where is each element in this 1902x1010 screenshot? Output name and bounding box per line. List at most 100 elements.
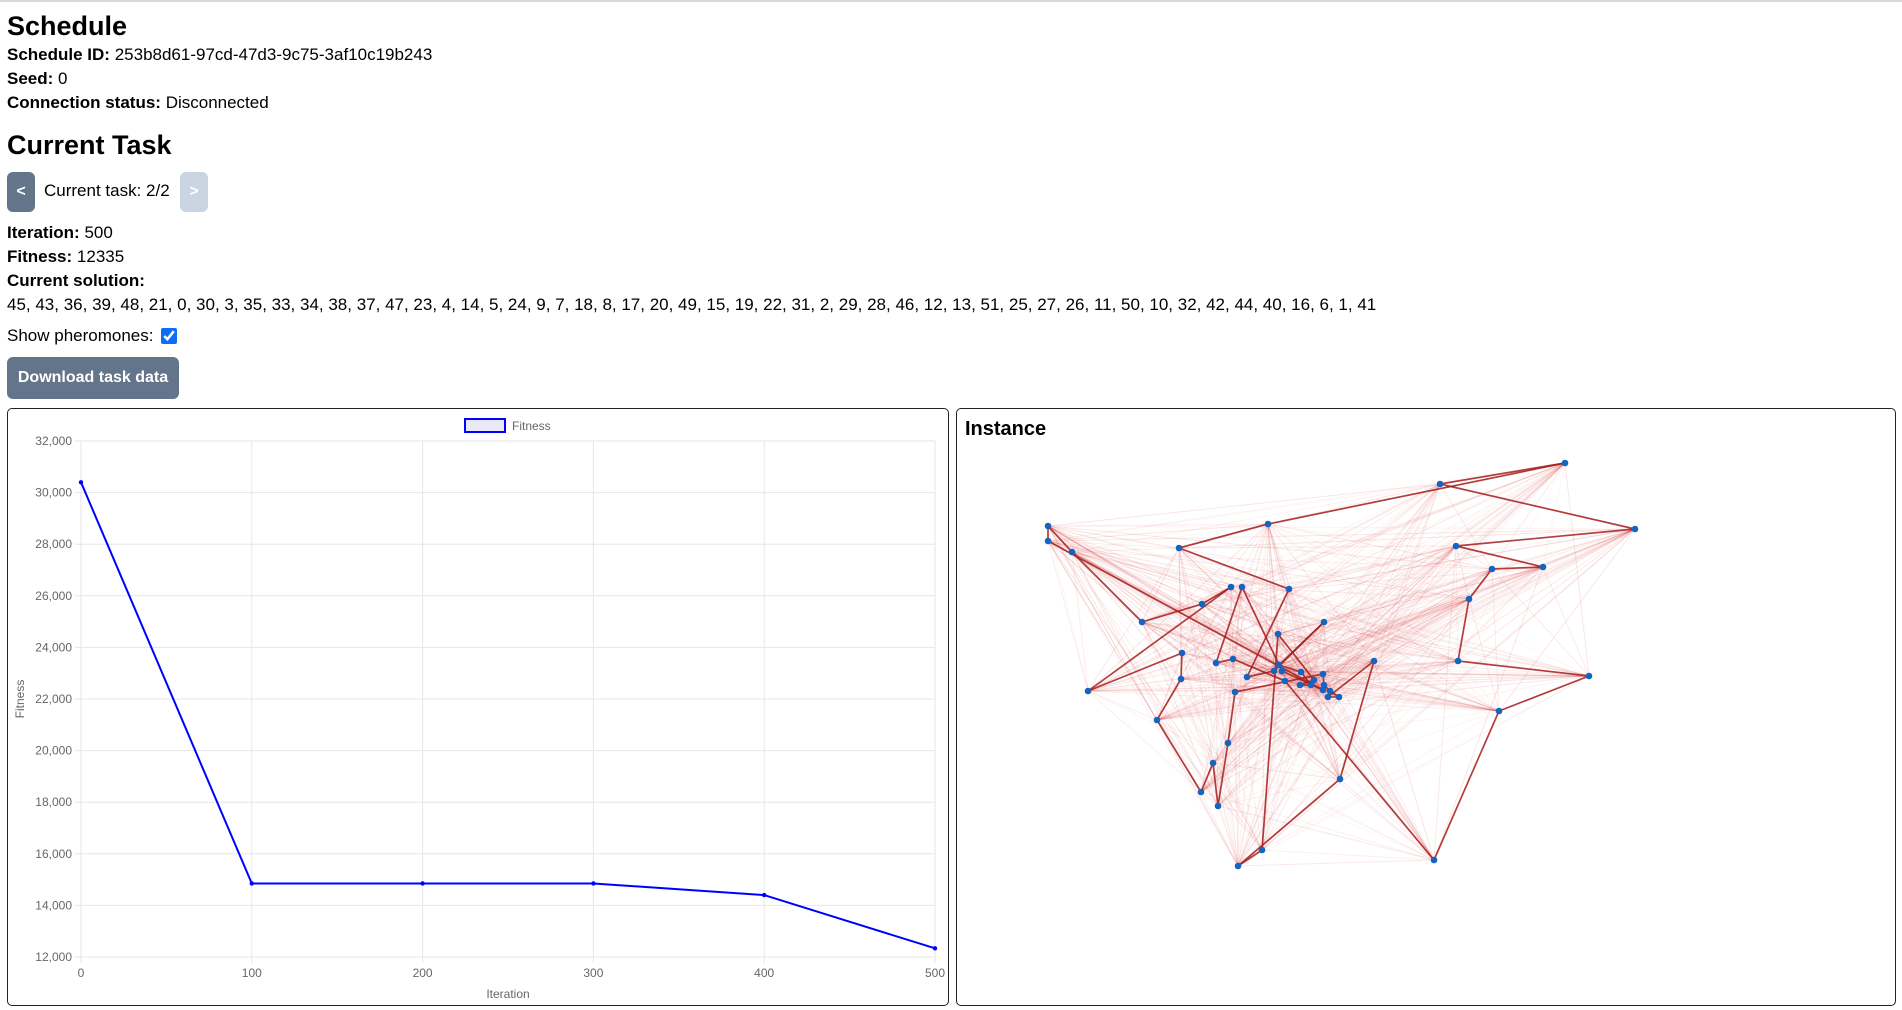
instance-node bbox=[1585, 672, 1593, 680]
instance-node bbox=[1324, 693, 1332, 701]
x-tick-label: 300 bbox=[583, 966, 603, 980]
solution-value: 45, 43, 36, 39, 48, 21, 0, 30, 3, 35, 33… bbox=[7, 295, 1377, 314]
x-axis-label: Iteration bbox=[486, 987, 529, 1001]
solution-label-row: Current solution: bbox=[7, 270, 145, 292]
connection-status-row: Connection status: Disconnected bbox=[7, 92, 269, 114]
pheromone-edge bbox=[1542, 566, 1590, 677]
fitness-data-point bbox=[78, 480, 84, 485]
instance-node bbox=[1234, 862, 1242, 870]
instance-node bbox=[1495, 707, 1503, 715]
x-tick-label: 0 bbox=[78, 966, 85, 980]
instance-node bbox=[1138, 618, 1146, 626]
x-tick-label: 100 bbox=[242, 966, 262, 980]
solution-label: Current solution: bbox=[7, 271, 145, 290]
instance-node bbox=[1465, 595, 1473, 603]
iteration-value: 500 bbox=[84, 223, 113, 242]
pheromone-edge bbox=[1087, 690, 1158, 721]
x-tick-label: 200 bbox=[413, 966, 433, 980]
tour-edge bbox=[1180, 652, 1183, 680]
instance-node bbox=[1224, 739, 1232, 747]
pheromone-edges bbox=[1047, 462, 1636, 867]
instance-panel: Instance bbox=[956, 408, 1896, 1006]
task-counter: Current task: 2/2 bbox=[44, 181, 170, 200]
y-tick-label: 12,000 bbox=[35, 950, 72, 964]
instance-node bbox=[1044, 537, 1052, 545]
y-tick-label: 14,000 bbox=[35, 898, 72, 912]
x-tick-label: 400 bbox=[754, 966, 774, 980]
y-tick-label: 26,000 bbox=[35, 589, 72, 603]
x-tick-label: 500 bbox=[925, 966, 945, 980]
instance-node bbox=[1178, 649, 1186, 657]
instance-node bbox=[1198, 600, 1206, 608]
instance-graph bbox=[1044, 459, 1639, 870]
fitness-data-point bbox=[249, 881, 254, 886]
pheromone-edge bbox=[1327, 696, 1435, 861]
instance-node bbox=[1270, 667, 1278, 675]
instance-node bbox=[1320, 618, 1328, 626]
y-tick-label: 18,000 bbox=[35, 795, 72, 809]
instance-node bbox=[1285, 585, 1293, 593]
instance-node bbox=[1488, 565, 1496, 573]
fitness-label: Fitness: bbox=[7, 247, 73, 266]
connection-status-label: Connection status: bbox=[7, 93, 161, 112]
tour-edge bbox=[1433, 710, 1500, 861]
previous-task-button[interactable]: < bbox=[7, 172, 35, 212]
y-tick-label: 32,000 bbox=[35, 434, 72, 448]
instance-node bbox=[1335, 693, 1343, 701]
pheromone-edge bbox=[1261, 849, 1435, 861]
y-tick-label: 28,000 bbox=[35, 537, 72, 551]
current-task-title: Current Task bbox=[7, 130, 172, 160]
instance-node bbox=[1436, 480, 1444, 488]
show-pheromones-label: Show pheromones: bbox=[7, 326, 154, 345]
pheromone-edge bbox=[1237, 859, 1435, 867]
instance-node bbox=[1175, 544, 1183, 552]
instance-node bbox=[1297, 668, 1305, 676]
instance-node bbox=[1454, 657, 1462, 665]
instance-node bbox=[1452, 542, 1460, 550]
instance-node bbox=[1561, 459, 1569, 467]
instance-node bbox=[1281, 677, 1289, 685]
schedule-id-label: Schedule ID: bbox=[7, 45, 110, 64]
fitness-data-point bbox=[591, 881, 596, 886]
instance-node bbox=[1177, 675, 1185, 683]
fitness-chart: 12,000 14,000 16,000 18,000 20,000 22,000 24,0… bbox=[13, 418, 945, 1001]
instance-node bbox=[1209, 759, 1217, 767]
y-axis-label: Fitness bbox=[13, 680, 27, 719]
instance-node bbox=[1278, 667, 1286, 675]
fitness-data-point bbox=[420, 881, 425, 886]
fitness-data-point bbox=[762, 892, 767, 898]
instance-node bbox=[1197, 788, 1205, 796]
seed-label: Seed: bbox=[7, 69, 54, 88]
show-pheromones-row[interactable]: Show pheromones: bbox=[7, 326, 178, 346]
connection-status-value: Disconnected bbox=[165, 93, 269, 112]
instance-node bbox=[1258, 846, 1266, 854]
y-tick-label: 30,000 bbox=[35, 486, 72, 500]
schedule-id-value: 253b8d61-97cd-47d3-9c75-3af10c19b243 bbox=[114, 45, 433, 64]
fitness-value: 12335 bbox=[76, 247, 125, 266]
next-task-button[interactable]: > bbox=[180, 172, 208, 212]
instance-node bbox=[1326, 687, 1334, 695]
iteration-row: Iteration: 500 bbox=[7, 222, 113, 244]
instance-node bbox=[1631, 525, 1639, 533]
instance-node bbox=[1214, 802, 1222, 810]
instance-node bbox=[1044, 522, 1052, 530]
y-tick-label: 22,000 bbox=[35, 692, 72, 706]
instance-node bbox=[1229, 655, 1237, 663]
instance-node bbox=[1320, 681, 1328, 689]
instance-node bbox=[1274, 630, 1282, 638]
schedule-id-row: Schedule ID: 253b8d61-97cd-47d3-9c75-3af… bbox=[7, 44, 432, 66]
instance-node bbox=[1238, 583, 1246, 591]
instance-node bbox=[1296, 681, 1304, 689]
instance-node bbox=[1539, 563, 1547, 571]
instance-node bbox=[1084, 687, 1092, 695]
download-task-data-button[interactable]: Download task data bbox=[7, 357, 179, 399]
pheromone-edge bbox=[1564, 462, 1590, 677]
y-tick-label: 20,000 bbox=[35, 744, 72, 758]
seed-value: 0 bbox=[58, 69, 68, 88]
y-tick-label: 24,000 bbox=[35, 640, 72, 654]
instance-node bbox=[1243, 673, 1251, 681]
show-pheromones-checkbox[interactable] bbox=[161, 328, 178, 344]
fitness-series-line bbox=[80, 481, 936, 950]
instance-node bbox=[1264, 520, 1272, 528]
pheromone-edge bbox=[1048, 463, 1565, 541]
